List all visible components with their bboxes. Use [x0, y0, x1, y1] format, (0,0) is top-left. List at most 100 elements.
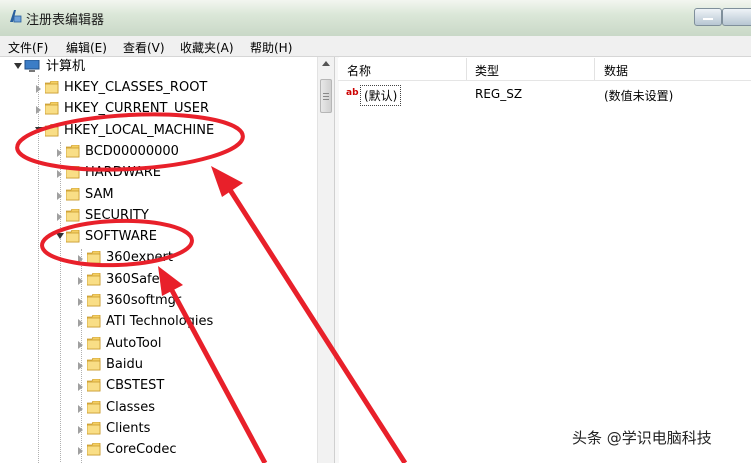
pane-splitter[interactable]: [334, 57, 339, 463]
folder-icon: [87, 315, 101, 328]
window-title: 注册表编辑器: [26, 13, 105, 28]
grip-line: [323, 99, 329, 100]
minimize-button[interactable]: [694, 8, 722, 26]
menu-edit[interactable]: 编辑(E): [66, 39, 107, 56]
folder-icon: [87, 379, 101, 392]
tree-label: Baidu: [106, 356, 143, 372]
tree-item[interactable]: SOFTWARE: [0, 227, 317, 247]
scroll-thumb[interactable]: [320, 79, 332, 113]
tree-label: SECURITY: [85, 207, 149, 223]
column-data[interactable]: 数据: [604, 62, 628, 79]
expand-icon[interactable]: [78, 319, 83, 328]
menu-help[interactable]: 帮助(H): [250, 39, 292, 56]
tree-label: 360expert: [106, 250, 173, 266]
expand-icon[interactable]: [78, 340, 83, 349]
column-divider[interactable]: [466, 58, 467, 80]
expand-icon[interactable]: [78, 447, 83, 456]
value-type: REG_SZ: [475, 87, 523, 101]
tree-label: HARDWARE: [85, 165, 161, 181]
folder-icon: [45, 102, 59, 115]
tree-label: SOFTWARE: [85, 229, 157, 245]
tree-label: HKEY_LOCAL_MACHINE: [64, 122, 215, 138]
folder-icon: [87, 443, 101, 456]
tree-item[interactable]: Classes: [0, 398, 317, 418]
grip-line: [323, 96, 329, 97]
tree-item[interactable]: CBSTEST: [0, 376, 317, 396]
tree-label: 360Safe: [106, 271, 160, 287]
expand-icon[interactable]: [78, 425, 83, 434]
tree-item[interactable]: HKEY_LOCAL_MACHINE: [0, 121, 317, 141]
tree-item[interactable]: SECURITY: [0, 206, 317, 226]
tree-item[interactable]: HARDWARE: [0, 163, 317, 183]
folder-icon: [66, 187, 80, 200]
tree-label: CoreCodec: [106, 442, 177, 458]
tree-label: AutoTool: [106, 335, 162, 351]
regedit-icon: [10, 10, 22, 23]
tree-label: BCD00000000: [85, 143, 179, 159]
string-value-icon: ab: [346, 88, 359, 98]
tree-item[interactable]: BCD00000000: [0, 142, 317, 162]
maximize-button[interactable]: [722, 8, 751, 26]
column-divider[interactable]: [594, 58, 595, 80]
tree-item[interactable]: SAM: [0, 185, 317, 205]
tree-label: ATI Technologies: [106, 314, 214, 330]
tree-item[interactable]: AutoTool: [0, 334, 317, 354]
collapse-icon[interactable]: [56, 233, 64, 240]
tree-label: HKEY_CLASSES_ROOT: [64, 80, 208, 95]
column-name[interactable]: 名称: [347, 62, 371, 79]
tree-label: Clients: [106, 420, 151, 436]
tree-scrollbar[interactable]: [317, 57, 334, 463]
expand-icon[interactable]: [78, 404, 83, 413]
folder-icon: [66, 230, 80, 243]
expand-icon[interactable]: [78, 383, 83, 392]
tree-item[interactable]: ATI Technologies: [0, 312, 317, 332]
collapse-icon[interactable]: [35, 126, 43, 133]
folder-icon: [87, 421, 101, 435]
tree-item[interactable]: Clients: [0, 419, 317, 439]
folder-icon: [66, 166, 80, 179]
value-data: (数值未设置): [604, 89, 674, 103]
list-item[interactable]: ab (默认) REG_SZ (数值未设置): [338, 84, 751, 106]
folder-icon: [87, 336, 101, 349]
collapse-icon[interactable]: [14, 63, 22, 69]
tree-item[interactable]: CoreCodec: [0, 440, 317, 460]
folder-icon: [87, 294, 101, 307]
tree-label: SAM: [85, 186, 114, 202]
tree-item[interactable]: HKEY_CURRENT_USER: [0, 99, 317, 119]
expand-icon[interactable]: [78, 298, 83, 306]
tree-item[interactable]: Baidu: [0, 355, 317, 375]
registry-tree[interactable]: 计算机 HKEY_CLASSES_ROOT HKEY_CURRENT_USER HK…: [0, 57, 317, 463]
folder-icon: [87, 272, 101, 286]
list-header: 名称 类型 数据: [338, 58, 751, 81]
tree-label: Classes: [106, 399, 155, 415]
grip-line: [323, 93, 329, 94]
expand-icon[interactable]: [57, 148, 62, 157]
tree-item[interactable]: 360softmgr: [0, 291, 317, 311]
expand-icon[interactable]: [36, 106, 41, 115]
expand-icon[interactable]: [78, 361, 83, 370]
column-type[interactable]: 类型: [475, 62, 499, 79]
expand-icon[interactable]: [57, 191, 62, 200]
menu-favorites[interactable]: 收藏夹(A): [180, 39, 234, 56]
folder-icon: [66, 144, 80, 158]
expand-icon[interactable]: [57, 170, 62, 179]
tree-item-computer[interactable]: 计算机: [0, 57, 317, 77]
menu-view[interactable]: 查看(V): [123, 39, 165, 56]
expand-icon[interactable]: [57, 212, 62, 221]
scroll-up-icon[interactable]: [322, 61, 330, 66]
tree-label: HKEY_CURRENT_USER: [64, 101, 210, 117]
tree-label: 计算机: [46, 59, 86, 74]
tree-item[interactable]: HKEY_CLASSES_ROOT: [0, 78, 317, 98]
computer-icon: [24, 60, 40, 72]
expand-icon[interactable]: [78, 255, 83, 264]
folder-icon: [87, 400, 101, 413]
folder-icon: [66, 208, 80, 222]
expand-icon[interactable]: [36, 85, 41, 93]
tree-item[interactable]: 360expert: [0, 248, 317, 268]
tree-label: 360softmgr: [106, 293, 182, 308]
expand-icon[interactable]: [78, 276, 83, 285]
menu-file[interactable]: 文件(F): [8, 39, 48, 56]
menu-bar: 文件(F) 编辑(E) 查看(V) 收藏夹(A) 帮助(H): [0, 36, 751, 57]
tree-item[interactable]: 360Safe: [0, 270, 317, 290]
title-bar[interactable]: 注册表编辑器: [0, 0, 751, 36]
